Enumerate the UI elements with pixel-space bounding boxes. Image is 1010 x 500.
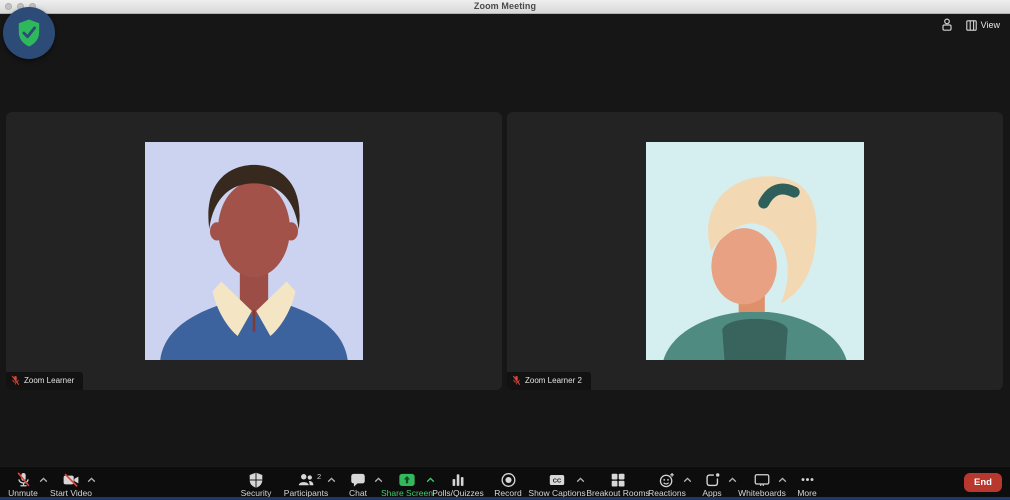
view-button-label: View xyxy=(981,20,1000,30)
zoom-meeting-window: Zoom Meeting View xyxy=(0,0,1010,500)
window-title: Zoom Meeting xyxy=(0,1,1010,11)
participant-avatar-male-illustration xyxy=(145,142,363,360)
gallery-grid-icon xyxy=(966,20,977,31)
end-meeting-button[interactable]: End xyxy=(964,473,1002,492)
svg-text:CC: CC xyxy=(553,479,562,485)
ellipsis-icon xyxy=(762,470,852,488)
security-shield-badge-icon[interactable] xyxy=(3,7,55,59)
video-tile-zoom-learner-2[interactable]: Zoom Learner 2 xyxy=(507,112,1003,390)
meeting-toolbar: Unmute Start Video xyxy=(0,466,1010,497)
window-titlebar: Zoom Meeting xyxy=(0,0,1010,14)
top-right-controls: View xyxy=(941,18,1000,32)
muted-microphone-icon xyxy=(512,375,521,386)
participant-name: Zoom Learner 2 xyxy=(525,377,582,385)
muted-microphone-icon xyxy=(11,375,20,386)
more-button[interactable]: More xyxy=(762,470,852,498)
view-button[interactable]: View xyxy=(966,20,1000,31)
minimal-view-icon[interactable] xyxy=(941,18,953,32)
participant-name: Zoom Learner xyxy=(24,377,74,385)
start-video-button[interactable]: Start Video xyxy=(26,470,116,498)
shield-check-icon xyxy=(16,18,42,48)
video-tile-zoom-learner[interactable]: Zoom Learner xyxy=(6,112,502,390)
camera-muted-icon xyxy=(26,470,116,488)
participant-name-tag: Zoom Learner 2 xyxy=(507,372,591,390)
video-options-chevron-up-icon[interactable] xyxy=(87,477,96,483)
participant-avatar-female-illustration xyxy=(646,142,864,360)
participant-name-tag: Zoom Learner xyxy=(6,372,83,390)
